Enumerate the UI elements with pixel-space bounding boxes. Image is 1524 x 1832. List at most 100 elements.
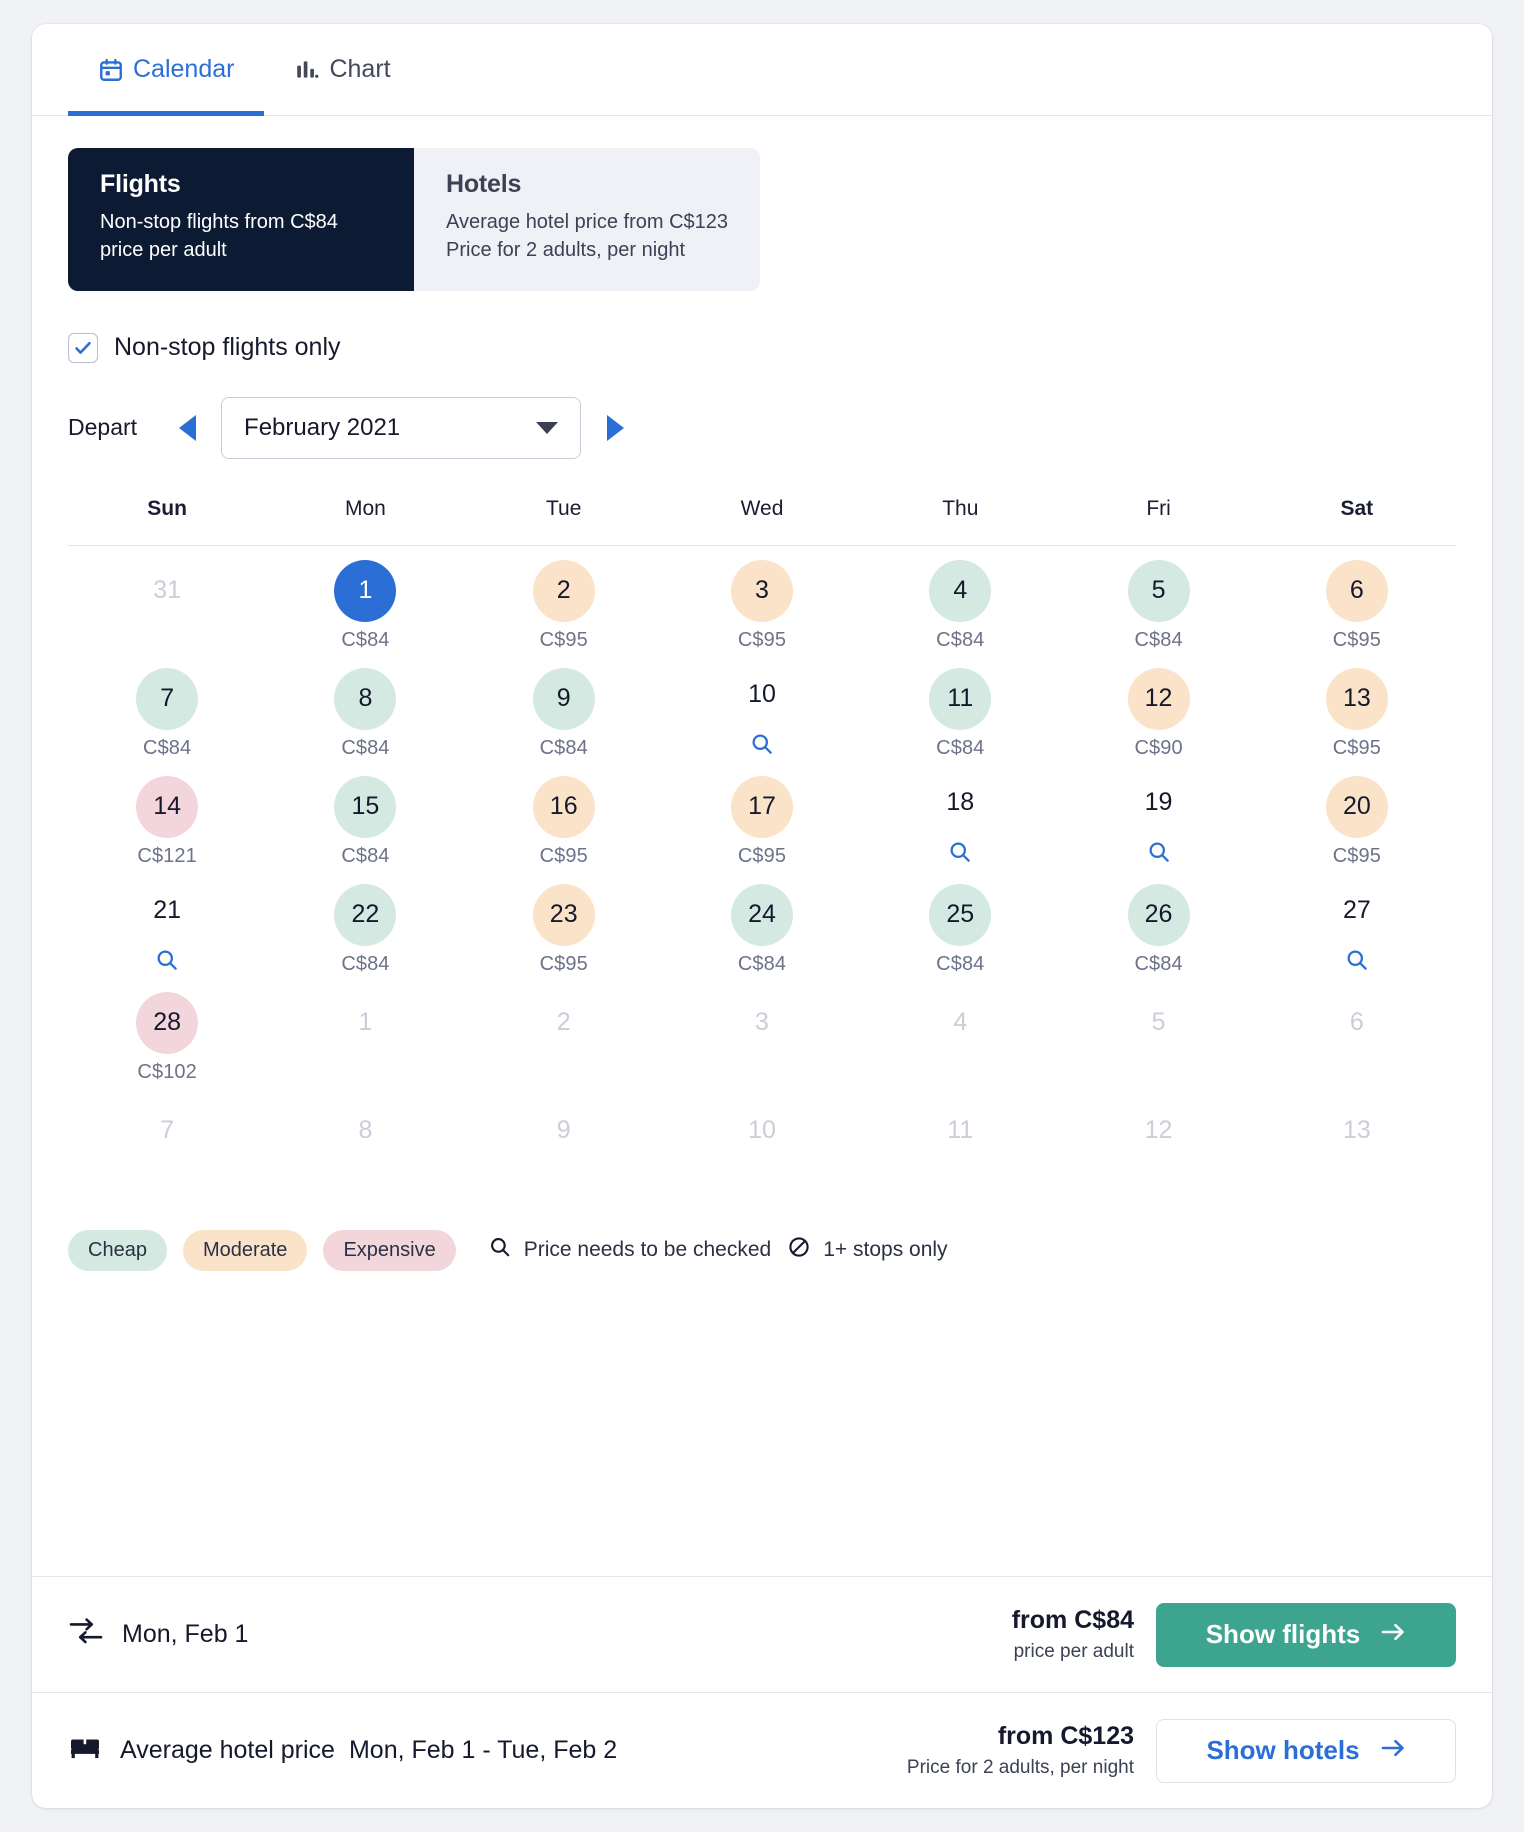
calendar-day[interactable]: 19 — [1059, 762, 1257, 870]
hotel-summary-left: Average hotel price Mon, Feb 1 - Tue, Fe… — [68, 1733, 907, 1768]
day-number: 10 — [748, 1116, 776, 1145]
magnifier-icon[interactable] — [1344, 947, 1370, 978]
day-number: 9 — [556, 1116, 571, 1145]
day-price: C$102 — [137, 1060, 197, 1083]
magnifier-icon — [488, 1235, 512, 1265]
calendar-day[interactable]: 9 C$84 — [465, 654, 663, 762]
show-flights-button[interactable]: Show flights — [1156, 1602, 1456, 1667]
day-number: 12 — [1144, 1116, 1173, 1145]
day-number: 27 — [1342, 895, 1371, 924]
magnifier-icon[interactable] — [1146, 839, 1172, 870]
segment-flights[interactable]: Flights Non-stop flights from C$84 price… — [68, 148, 414, 291]
legend-expensive: Expensive — [323, 1229, 456, 1271]
show-flights-label: Show flights — [1205, 1619, 1361, 1649]
magnifier-icon[interactable] — [154, 947, 180, 978]
show-hotels-button[interactable]: Show hotels — [1156, 1718, 1456, 1783]
calendar-day[interactable]: 3 C$95 — [663, 546, 861, 654]
day-number: 5 — [1127, 559, 1190, 622]
calendar-day[interactable]: 17 C$95 — [663, 762, 861, 870]
calendar-day[interactable]: 24 C$84 — [663, 870, 861, 978]
arrow-right-icon — [1380, 1619, 1406, 1650]
calendar-day[interactable]: 11 C$84 — [861, 654, 1059, 762]
calendar-day-outside: 31 — [68, 546, 266, 654]
calendar-day[interactable]: 13 C$95 — [1258, 654, 1456, 762]
calendar-day[interactable]: 5 C$84 — [1059, 546, 1257, 654]
calendar-day[interactable]: 22 C$84 — [266, 870, 464, 978]
non-stop-checkbox[interactable] — [68, 332, 98, 363]
legend-stops: 1+ stops only — [787, 1235, 948, 1265]
day-price: C$84 — [936, 736, 985, 759]
calendar-day-outside: 10 — [663, 1086, 861, 1194]
month-select-value: February 2021 — [244, 413, 401, 441]
calendar-day[interactable]: 23 C$95 — [465, 870, 663, 978]
flights-hotels-toggle: Flights Non-stop flights from C$84 price… — [68, 148, 760, 291]
calendar-day[interactable]: 12 C$90 — [1059, 654, 1257, 762]
day-number: 17 — [730, 775, 793, 838]
weekday-wed: Wed — [740, 496, 784, 520]
day-number: 3 — [755, 1008, 769, 1037]
calendar-day[interactable]: 20 C$95 — [1258, 762, 1456, 870]
legend-price-check-label: Price needs to be checked — [523, 1238, 772, 1262]
calendar-day-outside: 5 — [1059, 978, 1257, 1086]
day-number: 2 — [556, 1008, 571, 1037]
calendar-day[interactable]: 27 — [1258, 870, 1456, 978]
weekday-mon: Mon — [344, 496, 386, 520]
calendar-day[interactable]: 16 C$95 — [465, 762, 663, 870]
day-price: C$84 — [1134, 952, 1183, 975]
day-price: C$95 — [737, 844, 787, 867]
calendar-day[interactable]: 8 C$84 — [266, 654, 464, 762]
flight-summary-row: Mon, Feb 1 from C$84 price per adult Sho… — [32, 1576, 1492, 1692]
tab-chart[interactable]: Chart — [264, 24, 420, 115]
calendar-day[interactable]: 10 — [663, 654, 861, 762]
hotel-price-block: from C$123 Price for 2 adults, per night — [907, 1722, 1134, 1779]
calendar-day[interactable]: 25 C$84 — [861, 870, 1059, 978]
day-number: 24 — [730, 883, 793, 946]
day-number: 26 — [1127, 883, 1190, 946]
day-price: C$84 — [341, 628, 390, 651]
check-icon — [73, 338, 93, 358]
calendar-day[interactable]: 26 C$84 — [1059, 870, 1257, 978]
day-price: C$84 — [143, 736, 192, 759]
calendar-day[interactable]: 4 C$84 — [861, 546, 1059, 654]
day-price: C$84 — [936, 952, 985, 975]
view-tabs: Calendar Chart — [32, 24, 1492, 116]
legend-stops-label: 1+ stops only — [823, 1238, 948, 1262]
prev-month-button[interactable] — [165, 406, 209, 450]
flight-price-block: from C$84 price per adult — [1012, 1606, 1134, 1663]
day-price: C$84 — [1134, 628, 1183, 651]
day-price: C$95 — [539, 628, 588, 651]
calendar-day[interactable]: 2 C$95 — [465, 546, 663, 654]
day-price: C$95 — [1332, 628, 1381, 651]
flight-transfer-icon — [68, 1616, 104, 1653]
day-number: 1 — [358, 1008, 373, 1037]
calendar-day[interactable]: 21 — [68, 870, 266, 978]
calendar-day-outside: 6 — [1258, 978, 1456, 1086]
hotel-summary-dates: Mon, Feb 1 - Tue, Feb 2 — [348, 1736, 618, 1764]
calendar-day[interactable]: 1 C$84 — [266, 546, 464, 654]
calendar-day-outside: 11 — [861, 1086, 1059, 1194]
segment-hotels[interactable]: Hotels Average hotel price from C$123 Pr… — [414, 148, 760, 291]
calendar-day[interactable]: 15 C$84 — [266, 762, 464, 870]
weekday-sat: Sat — [1340, 496, 1374, 520]
no-entry-icon — [787, 1235, 811, 1265]
calendar-day-outside: 2 — [465, 978, 663, 1086]
magnifier-icon[interactable] — [749, 731, 775, 762]
day-number: 11 — [947, 1116, 974, 1145]
next-month-button[interactable] — [593, 406, 637, 450]
calendar-day-grid: 31 1 C$84 2 C$95 3 C$95 4 C$84 5 C$84 6 C$95 7 C$84 8 C$… — [68, 546, 1456, 1194]
day-price: C$95 — [737, 628, 787, 651]
calendar-day[interactable]: 7 C$84 — [68, 654, 266, 762]
calendar-icon — [98, 57, 124, 83]
magnifier-icon[interactable] — [947, 839, 973, 870]
calendar-day[interactable]: 18 — [861, 762, 1059, 870]
calendar-day[interactable]: 28 C$102 — [68, 978, 266, 1086]
tab-calendar[interactable]: Calendar — [68, 24, 265, 116]
day-number: 2 — [532, 559, 595, 622]
day-number: 4 — [953, 1008, 968, 1037]
calendar-day[interactable]: 6 C$95 — [1258, 546, 1456, 654]
non-stop-flights-only-row[interactable]: Non-stop flights only — [68, 332, 1456, 363]
calendar-day-outside: 13 — [1258, 1086, 1456, 1194]
calendar-day[interactable]: 14 C$121 — [68, 762, 266, 870]
month-select[interactable]: February 2021 — [221, 396, 582, 459]
segment-hotels-title: Hotels — [446, 170, 522, 198]
